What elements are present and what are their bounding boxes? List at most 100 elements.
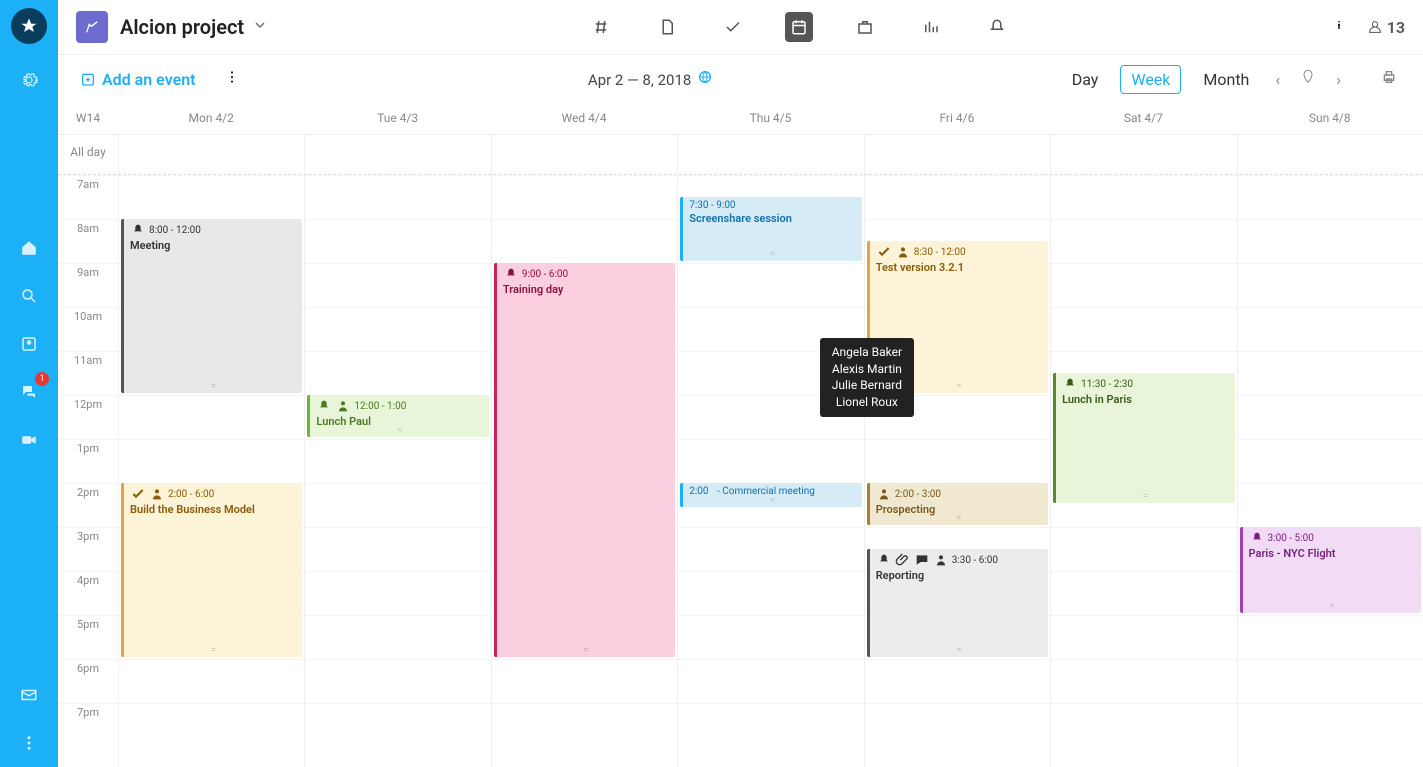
user-icon bbox=[876, 486, 892, 502]
calendar-event[interactable]: 2:00 - 3:00Prospecting= bbox=[867, 483, 1048, 525]
calendar-icon[interactable] bbox=[785, 12, 813, 42]
day-column[interactable]: 8:30 - 12:00Test version 3.2.1=2:00 - 3:… bbox=[864, 175, 1050, 767]
project-avatar-icon[interactable] bbox=[76, 11, 108, 43]
event-title: Test version 3.2.1 bbox=[876, 261, 1042, 274]
allday-cell[interactable] bbox=[491, 135, 677, 174]
attendees-tooltip: Angela BakerAlexis MartinJulie BernardLi… bbox=[820, 338, 914, 417]
pin-icon[interactable] bbox=[1296, 69, 1320, 89]
calendar-event[interactable]: 9:00 - 6:00Training day= bbox=[494, 263, 675, 657]
app-logo-icon[interactable] bbox=[11, 8, 47, 44]
event-time: 11:30 - 2:30 bbox=[1081, 379, 1133, 390]
day-column[interactable]: 9:00 - 6:00Training day= bbox=[491, 175, 677, 767]
left-sidebar: 1 bbox=[0, 0, 58, 767]
day-column[interactable]: 3:00 - 5:00Paris - NYC Flight= bbox=[1237, 175, 1423, 767]
chat-icon bbox=[914, 552, 930, 568]
day-header[interactable]: Thu 4/5 bbox=[677, 103, 863, 134]
view-day-button[interactable]: Day bbox=[1062, 66, 1109, 93]
allday-cell[interactable] bbox=[1050, 135, 1236, 174]
tooltip-line: Angela Baker bbox=[832, 344, 902, 361]
calendar-event[interactable]: 12:00 - 1:00Lunch Paul= bbox=[307, 395, 488, 437]
globe-icon[interactable] bbox=[697, 69, 713, 85]
day-header[interactable]: Sat 4/7 bbox=[1050, 103, 1236, 134]
home-icon[interactable] bbox=[11, 230, 47, 266]
mail-icon[interactable] bbox=[11, 677, 47, 713]
hour-label: 7pm bbox=[58, 703, 118, 747]
calendar-event[interactable]: 7:30 - 9:00Screenshare session= bbox=[680, 197, 861, 261]
calendar-grid[interactable]: 7am8am9am10am11am12pm1pm2pm3pm4pm5pm6pm7… bbox=[58, 175, 1423, 767]
user-icon bbox=[933, 552, 949, 568]
check-icon[interactable] bbox=[719, 12, 747, 42]
info-icon[interactable] bbox=[1331, 17, 1347, 37]
users-count[interactable]: 13 bbox=[1367, 18, 1405, 37]
allday-cell[interactable] bbox=[1237, 135, 1423, 174]
day-header[interactable]: Fri 4/6 bbox=[864, 103, 1050, 134]
chevron-down-icon[interactable] bbox=[252, 17, 268, 37]
day-header[interactable]: Tue 4/3 bbox=[304, 103, 490, 134]
hour-label: 10am bbox=[58, 307, 118, 351]
day-header[interactable]: Wed 4/4 bbox=[491, 103, 677, 134]
search-icon[interactable] bbox=[11, 278, 47, 314]
event-time: 8:00 - 12:00 bbox=[149, 225, 201, 236]
chart-icon[interactable] bbox=[917, 12, 945, 42]
hour-label: 7am bbox=[58, 175, 118, 219]
bell-icon bbox=[1249, 530, 1265, 546]
calendar-event[interactable]: 3:30 - 6:00Reporting= bbox=[867, 549, 1048, 657]
event-title: Training day bbox=[503, 283, 669, 296]
main-area: Alcion project 13 Add an event Apr 2 — 8… bbox=[58, 0, 1423, 767]
view-week-button[interactable]: Week bbox=[1120, 65, 1181, 94]
hash-icon[interactable] bbox=[587, 12, 615, 42]
view-modes bbox=[268, 12, 1331, 42]
event-title: - Commercial meeting bbox=[717, 486, 815, 497]
view-month-button[interactable]: Month bbox=[1193, 66, 1259, 93]
more-vertical-icon[interactable] bbox=[11, 725, 47, 761]
allday-cell[interactable] bbox=[118, 135, 304, 174]
prev-icon[interactable]: ‹ bbox=[1271, 70, 1284, 89]
bell-icon[interactable] bbox=[983, 12, 1011, 42]
allday-label: All day bbox=[58, 135, 118, 174]
user-icon bbox=[895, 244, 911, 260]
topbar: Alcion project 13 bbox=[58, 0, 1423, 55]
day-header[interactable]: Mon 4/2 bbox=[118, 103, 304, 134]
event-time: 2:00 - 6:00 bbox=[168, 489, 214, 500]
event-time: 2:00 bbox=[689, 486, 708, 497]
day-column[interactable]: 7:30 - 9:00Screenshare session= 2:00 - Co… bbox=[677, 175, 863, 767]
event-title: Reporting bbox=[876, 569, 1042, 582]
day-header[interactable]: Sun 4/8 bbox=[1237, 103, 1423, 134]
next-icon[interactable]: › bbox=[1332, 70, 1345, 89]
add-event-button[interactable]: Add an event bbox=[80, 70, 196, 89]
calendar-event[interactable]: 2:00 - Commercial meeting= bbox=[680, 483, 861, 507]
allday-cell[interactable] bbox=[677, 135, 863, 174]
file-icon[interactable] bbox=[653, 12, 681, 42]
print-icon[interactable] bbox=[1377, 69, 1401, 89]
hour-label: 6pm bbox=[58, 659, 118, 703]
hour-labels: 7am8am9am10am11am12pm1pm2pm3pm4pm5pm6pm7… bbox=[58, 175, 118, 767]
tooltip-line: Lionel Roux bbox=[832, 394, 902, 411]
calendar-event[interactable]: 3:00 - 5:00Paris - NYC Flight= bbox=[1240, 527, 1421, 613]
contacts-icon[interactable] bbox=[11, 326, 47, 362]
day-column[interactable]: 12:00 - 1:00Lunch Paul= bbox=[304, 175, 490, 767]
check-icon bbox=[876, 244, 892, 260]
day-column[interactable]: 11:30 - 2:30Lunch in Paris= bbox=[1050, 175, 1236, 767]
event-time: 3:00 - 5:00 bbox=[1268, 533, 1314, 544]
hour-label: 5pm bbox=[58, 615, 118, 659]
allday-cell[interactable] bbox=[864, 135, 1050, 174]
hour-label: 2pm bbox=[58, 483, 118, 527]
day-columns: 8:00 - 12:00Meeting= 2:00 - 6:00Build the… bbox=[118, 175, 1423, 767]
video-icon[interactable] bbox=[11, 422, 47, 458]
day-column[interactable]: 8:00 - 12:00Meeting= 2:00 - 6:00Build the… bbox=[118, 175, 304, 767]
calendar-event[interactable]: 8:00 - 12:00Meeting= bbox=[121, 219, 302, 393]
calendar-event[interactable]: 2:00 - 6:00Build the Business Model= bbox=[121, 483, 302, 657]
hour-label: 8am bbox=[58, 219, 118, 263]
event-title: Lunch in Paris bbox=[1062, 393, 1228, 406]
gear-icon[interactable] bbox=[11, 62, 47, 98]
hour-label: 4pm bbox=[58, 571, 118, 615]
event-time: 2:00 - 3:00 bbox=[895, 489, 941, 500]
chat-icon[interactable]: 1 bbox=[11, 374, 47, 410]
calendar-plus-icon bbox=[80, 71, 96, 87]
project-name[interactable]: Alcion project bbox=[120, 15, 244, 39]
calendar: W14 Mon 4/2 Tue 4/3 Wed 4/4 Thu 4/5 Fri … bbox=[58, 103, 1423, 767]
more-vertical-icon[interactable] bbox=[224, 69, 240, 89]
calendar-event[interactable]: 11:30 - 2:30Lunch in Paris= bbox=[1053, 373, 1234, 503]
briefcase-icon[interactable] bbox=[851, 12, 879, 42]
allday-cell[interactable] bbox=[304, 135, 490, 174]
